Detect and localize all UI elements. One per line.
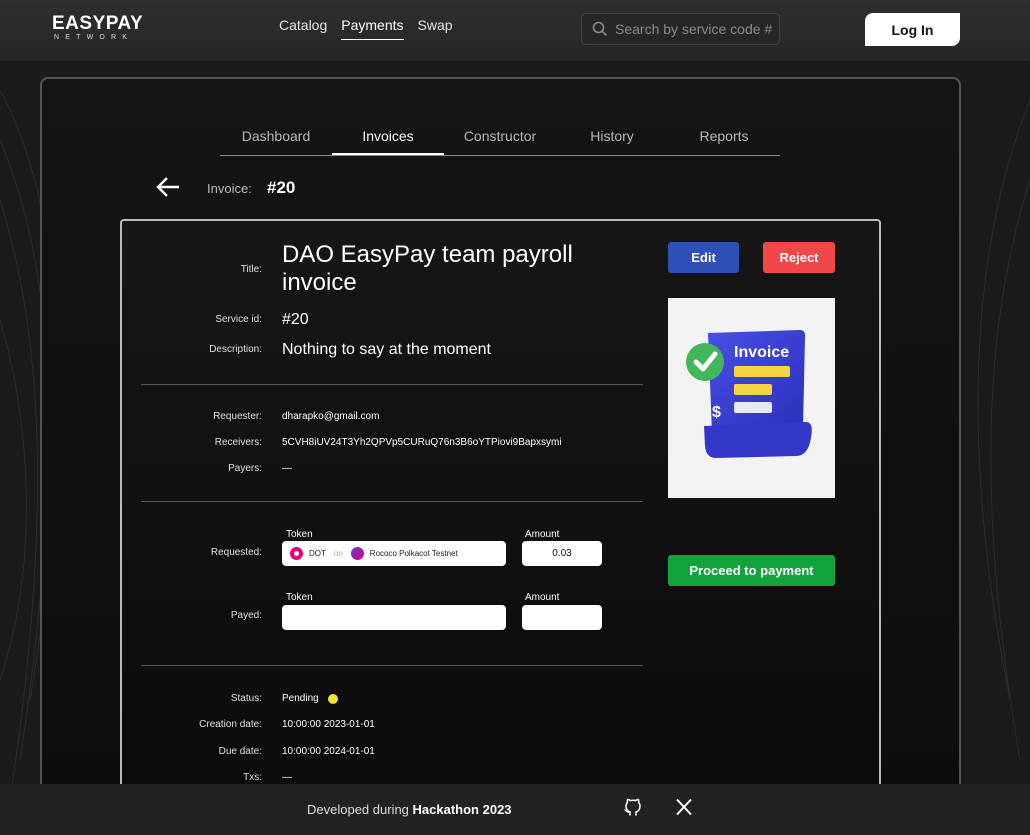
x-twitter-icon[interactable] (675, 798, 693, 816)
description-value: Nothing to say at the moment (282, 341, 491, 358)
search-box[interactable] (581, 13, 780, 45)
logo-sub-text: NETWORK (54, 34, 134, 41)
network-name: Rococo Polkacot Testnet (369, 549, 458, 558)
footer-prefix: Developed during (307, 802, 409, 817)
description-label: Description: (209, 344, 262, 355)
invoice-number: #20 (267, 178, 296, 197)
payed-token-header: Token (286, 592, 313, 603)
top-header: EASYPAY NETWORK Catalog Payments Swap Lo… (0, 0, 1030, 61)
tab-invoices[interactable]: Invoices (332, 117, 444, 155)
requester-value: dharapko@gmail.com (282, 411, 380, 422)
illustration-text: Invoice (734, 344, 789, 361)
divider (141, 384, 643, 385)
tab-dashboard[interactable]: Dashboard (220, 117, 332, 155)
tab-reports[interactable]: Reports (668, 117, 780, 155)
edit-button[interactable]: Edit (668, 242, 739, 273)
footer-event: Hackathon 2023 (412, 802, 512, 817)
svg-text:$: $ (712, 404, 721, 421)
invoice-title: DAO EasyPay team payroll invoice (282, 241, 573, 296)
invoice-label: Invoice: (207, 181, 252, 196)
section-tabs: Dashboard Invoices Constructor History R… (220, 117, 780, 156)
service-id-value: #20 (282, 311, 309, 328)
tab-constructor[interactable]: Constructor (444, 117, 556, 155)
github-icon[interactable] (623, 797, 643, 817)
login-button[interactable]: Log In (865, 13, 960, 46)
search-input[interactable] (615, 21, 775, 37)
title-label: Title: (240, 264, 262, 275)
footer (0, 784, 1030, 835)
txs-label: Txs: (243, 772, 262, 783)
creation-date-value: 10:00:00 2023-01-01 (282, 719, 375, 730)
requested-amount-field[interactable]: 0.03 (522, 541, 602, 566)
status-label: Status: (230, 693, 262, 704)
creation-date-label: Creation date: (199, 719, 262, 730)
reject-button[interactable]: Reject (763, 242, 835, 273)
easypay-logo[interactable]: EASYPAY NETWORK (52, 13, 144, 44)
tab-history[interactable]: History (556, 117, 668, 155)
proceed-to-payment-button[interactable]: Proceed to payment (668, 555, 835, 586)
nav-catalog[interactable]: Catalog (279, 17, 327, 40)
status-indicator (328, 694, 338, 704)
logo-main-text: EASYPAY (52, 13, 144, 34)
nav-payments[interactable]: Payments (341, 17, 404, 40)
footer-text: Developed during Hackathon 2023 (307, 802, 512, 817)
receivers-value: 5CVH8iUV24T3Yh2QPVp5CURuQ76n3B6oYTPiovi9… (282, 437, 562, 448)
requested-label: Requested: (210, 547, 262, 558)
requested-token-select[interactable]: DOT on Rococo Polkacot Testnet (282, 541, 506, 566)
payers-label: Payers: (228, 463, 262, 474)
due-date-label: Due date: (218, 746, 262, 757)
payed-token-field[interactable] (282, 605, 506, 630)
token-symbol: DOT (309, 549, 326, 558)
back-arrow-icon[interactable] (155, 175, 181, 199)
on-text: on (333, 549, 343, 558)
polkadot-icon (290, 547, 303, 560)
receivers-label: Receivers: (214, 437, 262, 448)
service-id-label: Service id: (215, 314, 262, 325)
search-icon (592, 21, 608, 37)
nav-swap[interactable]: Swap (418, 17, 453, 40)
invoice-illustration-graphic: $ Invoice (686, 330, 812, 458)
payers-value: — (282, 463, 292, 474)
main-nav: Catalog Payments Swap (279, 17, 453, 40)
txs-value: — (282, 772, 292, 783)
payed-amount-header: Amount (525, 592, 560, 603)
requested-token-header: Token (286, 529, 313, 540)
due-date-value: 10:00:00 2024-01-01 (282, 746, 375, 757)
invoice-illustration: $ Invoice (668, 298, 835, 498)
requester-label: Requester: (213, 411, 262, 422)
payed-label: Payed: (230, 610, 262, 621)
divider (141, 665, 643, 666)
rococo-icon (350, 547, 364, 560)
status-value: Pending (282, 693, 319, 704)
requested-amount-header: Amount (525, 529, 560, 540)
payed-amount-field[interactable] (522, 605, 602, 630)
divider (141, 501, 643, 502)
